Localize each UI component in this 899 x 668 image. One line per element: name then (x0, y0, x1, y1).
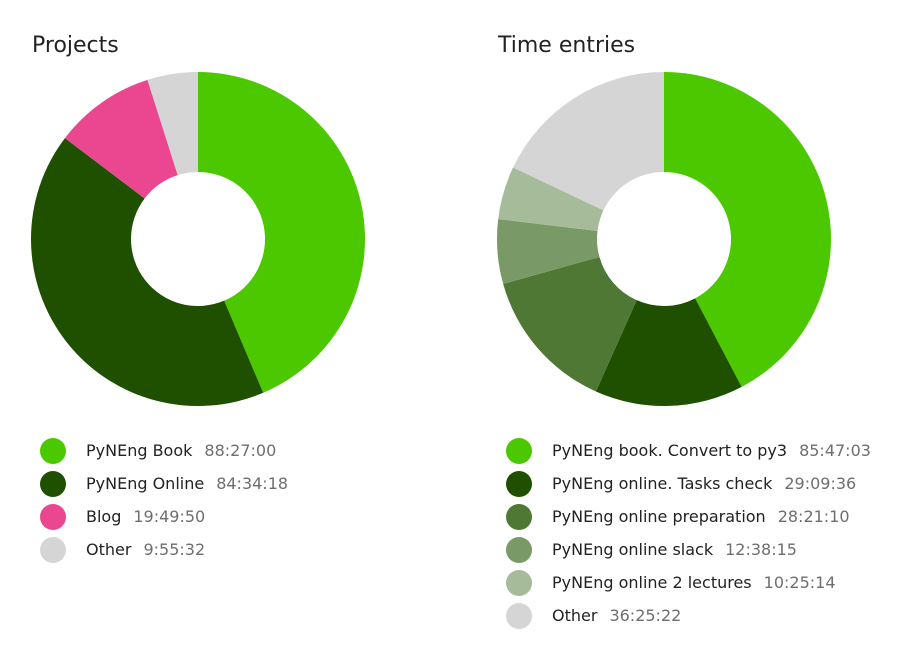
legend-label: PyNEng book. Convert to py3 (552, 441, 788, 460)
legend-swatch (506, 470, 532, 497)
legend-duration: 12:38:15 (725, 540, 797, 559)
legend-item-blog[interactable]: Blog 19:49:50 (40, 500, 288, 533)
legend-item-other[interactable]: Other 9:55:32 (40, 533, 288, 566)
legend-label: PyNEng online slack (552, 540, 714, 559)
legend-item-other[interactable]: Other 36:25:22 (506, 599, 871, 632)
legend-swatch (40, 437, 66, 464)
legend-label: Other (552, 606, 598, 625)
legend-swatch (40, 536, 66, 563)
legend-swatch (506, 569, 532, 596)
legend-item-pyneng-online-tasks-check[interactable]: PyNEng online. Tasks check 29:09:36 (506, 467, 871, 500)
time-entries-title: Time entries (498, 33, 636, 58)
legend-item-pyneng-online-preparation[interactable]: PyNEng online preparation 28:21:10 (506, 500, 871, 533)
time-entries-legend: PyNEng book. Convert to py3 85:47:03 PyNEn… (506, 434, 871, 632)
legend-label: PyNEng online. Tasks check (552, 474, 773, 493)
legend-duration: 10:25:14 (763, 573, 836, 592)
legend-duration: 85:47:03 (799, 441, 871, 460)
projects-legend: PyNEng Book 88:27:00 PyNEng Online 84:34:18… (40, 434, 288, 566)
legend-swatch (506, 437, 532, 464)
legend-label: Blog (86, 507, 122, 526)
legend-duration: 19:49:50 (133, 507, 206, 526)
legend-duration: 84:34:18 (216, 474, 289, 493)
legend-swatch (506, 503, 532, 530)
time-entries-donut-chart (497, 72, 831, 407)
legend-duration: 88:27:00 (204, 441, 277, 460)
legend-item-pyneng-online-2-lectures[interactable]: PyNEng online 2 lectures 10:25:14 (506, 566, 871, 599)
time-entries-panel: Time entries PyNEng book. Convert to py3… (466, 0, 899, 668)
legend-item-pyneng-book-convert-to-py3[interactable]: PyNEng book. Convert to py3 85:47:03 (506, 434, 871, 467)
legend-swatch (40, 470, 66, 497)
legend-swatch (506, 602, 532, 629)
legend-duration: 9:55:32 (143, 540, 206, 559)
legend-label: PyNEng online 2 lectures (552, 573, 752, 592)
legend-duration: 28:21:10 (777, 507, 850, 526)
legend-item-pyneng-online[interactable]: PyNEng Online 84:34:18 (40, 467, 288, 500)
legend-label: PyNEng online preparation (552, 507, 766, 526)
legend-item-pyneng-book[interactable]: PyNEng Book 88:27:00 (40, 434, 288, 467)
projects-title: Projects (32, 33, 119, 58)
legend-duration: 29:09:36 (784, 474, 857, 493)
legend-item-pyneng-online-slack[interactable]: PyNEng online slack 12:38:15 (506, 533, 871, 566)
legend-swatch (40, 503, 66, 530)
legend-swatch (506, 536, 532, 563)
legend-label: Other (86, 540, 132, 559)
projects-panel: Projects PyNEng Book 88:27:00 PyNEng Onlin… (0, 0, 440, 668)
legend-label: PyNEng Online (86, 474, 205, 493)
legend-label: PyNEng Book (86, 441, 193, 460)
projects-donut-chart (30, 72, 366, 406)
legend-duration: 36:25:22 (609, 606, 682, 625)
